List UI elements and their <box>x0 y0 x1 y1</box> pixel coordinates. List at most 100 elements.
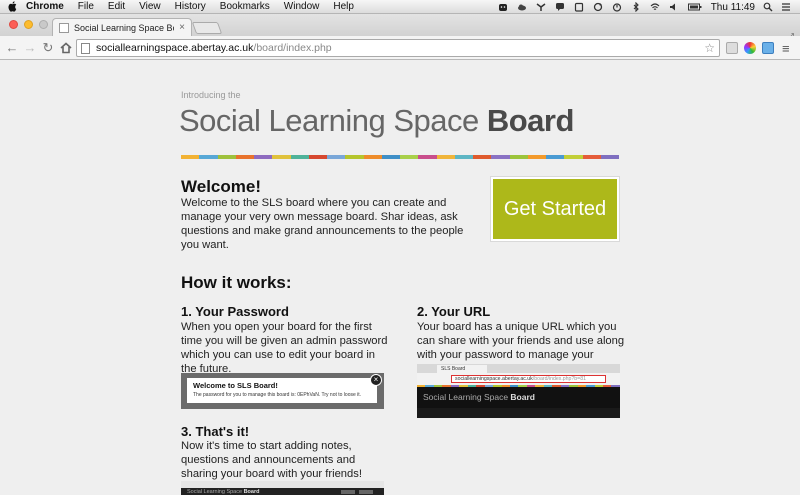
stripe-segment <box>199 155 218 159</box>
menu-view[interactable]: View <box>139 0 161 14</box>
stripe-segment <box>535 385 544 387</box>
board-screenshot-title: Social Learning Space Board <box>187 489 259 495</box>
address-bar[interactable]: sociallearningspace.abertay.ac.uk /board… <box>76 39 720 57</box>
stripe-segment <box>600 155 619 159</box>
cloud-icon[interactable] <box>517 2 527 12</box>
bluetooth-icon[interactable] <box>631 2 641 12</box>
sync-icon[interactable] <box>593 2 603 12</box>
screenshot-url-highlight: sociallearningspace.abertay.ac.uk/board/… <box>451 375 606 383</box>
window-zoom-button[interactable] <box>39 20 48 29</box>
timer-icon[interactable] <box>612 2 622 12</box>
color-stripe-divider <box>181 155 619 159</box>
board-screenshot-button <box>341 490 355 494</box>
menu-history[interactable]: History <box>175 0 206 14</box>
stripe-segment <box>425 385 434 387</box>
browser-tab-strip: Social Learning Space Boa × ⤢ <box>0 14 800 43</box>
stripe-segment <box>459 385 468 387</box>
stripe-segment <box>594 385 603 387</box>
browser-toolbar: ← → ↻ sociallearningspace.abertay.ac.uk … <box>0 36 800 60</box>
volume-icon[interactable] <box>669 2 679 12</box>
tool-icon[interactable] <box>536 2 546 12</box>
apple-icon[interactable] <box>8 1 18 12</box>
home-icon[interactable] <box>58 40 74 56</box>
url-screenshot: SLS Board sociallearningspace.abertay.ac… <box>417 364 620 418</box>
menu-clock[interactable]: Thu 11:49 <box>711 2 755 13</box>
stripe-segment <box>433 385 443 387</box>
screenshot-url-host: sociallearningspace.abertay.ac.uk <box>455 376 533 382</box>
browser-tab-active[interactable]: Social Learning Space Boa × <box>52 18 192 36</box>
board-screenshot-title-bold: Board <box>243 489 260 495</box>
chrome-menu-icon[interactable]: ≡ <box>782 41 790 56</box>
stripe-segment <box>509 155 528 159</box>
screenshot-board-title: Social Learning Space Board <box>423 392 535 402</box>
bookmark-star-icon[interactable]: ☆ <box>704 41 715 55</box>
window-close-button[interactable] <box>9 20 18 29</box>
step-1-text: When you open your board for the first t… <box>181 321 388 375</box>
stripe-segment <box>363 155 382 159</box>
stripe-segment <box>454 155 473 159</box>
forward-arrow-icon[interactable]: → <box>22 40 38 56</box>
step-1-heading: 1. Your Password <box>181 304 289 319</box>
menu-file[interactable]: File <box>78 0 94 14</box>
intro-text: Introducing the <box>181 90 241 100</box>
stripe-segment <box>417 385 426 387</box>
spotlight-search-icon[interactable] <box>763 2 773 12</box>
stripe-segment <box>484 385 494 387</box>
board-screenshot: Social Learning Space Board <box>181 481 384 495</box>
stripe-segment <box>381 155 400 159</box>
page-title-bold: Board <box>486 103 575 138</box>
screenshot-title-light: Social Learning Space <box>423 392 511 402</box>
chat-icon[interactable] <box>555 2 565 12</box>
notification-center-icon[interactable] <box>781 2 791 12</box>
menu-window[interactable]: Window <box>284 0 320 14</box>
wifi-icon[interactable] <box>650 2 660 12</box>
get-started-button[interactable]: Get Started <box>490 176 620 242</box>
board-screenshot-button <box>359 490 373 494</box>
clipboard-icon[interactable] <box>574 2 584 12</box>
menu-app-chrome[interactable]: Chrome <box>26 0 64 14</box>
stripe-segment <box>400 155 419 159</box>
extension-window-icon[interactable] <box>762 42 774 54</box>
step-3-heading: 3. That's it! <box>181 424 250 439</box>
screenshot-url-path: /board/index.php?b=81 <box>532 376 586 382</box>
menu-bookmarks[interactable]: Bookmarks <box>220 0 270 14</box>
tab-title: Social Learning Space Boa <box>74 22 174 33</box>
stripe-segment <box>582 155 601 159</box>
password-dialog-screenshot: Welcome to SLS Board! The password for y… <box>181 373 384 409</box>
tab-close-icon[interactable]: × <box>179 22 185 33</box>
welcome-heading: Welcome! <box>181 177 261 196</box>
menu-help[interactable]: Help <box>333 0 354 14</box>
screenshot-color-stripe <box>417 385 620 387</box>
stripe-segment <box>546 155 565 159</box>
battery-icon[interactable] <box>687 2 702 12</box>
stripe-segment <box>611 385 620 387</box>
stripe-segment <box>290 155 309 159</box>
extension-reader-icon[interactable] <box>726 42 738 54</box>
password-dialog-title: Welcome to SLS Board! <box>193 381 278 390</box>
dialog-close-icon: × <box>370 374 382 386</box>
password-dialog-text: The password for you to manage this boar… <box>193 392 362 398</box>
menu-edit[interactable]: Edit <box>108 0 125 14</box>
stripe-segment <box>436 155 455 159</box>
screenshot-tab-bar: SLS Board <box>417 364 620 373</box>
back-arrow-icon[interactable]: ← <box>4 40 20 56</box>
step-2-heading: 2. Your URL <box>417 304 491 319</box>
welcome-text: Welcome to the SLS board where you can c… <box>181 197 464 251</box>
status-tray: Thu 11:49 <box>498 0 800 14</box>
reload-icon[interactable]: ↻ <box>40 40 56 56</box>
password-dialog: Welcome to SLS Board! The password for y… <box>187 378 377 403</box>
page-icon <box>81 42 90 54</box>
page-title-light: Social Learning Space <box>179 103 487 138</box>
stripe-segment <box>527 155 546 159</box>
screenshot-tab: SLS Board <box>437 365 487 373</box>
page-content: Introducing the Social Learning Space Bo… <box>0 61 800 495</box>
window-minimize-button[interactable] <box>24 20 33 29</box>
extension-color-wheel-icon[interactable] <box>744 42 756 54</box>
page-favicon-icon <box>59 22 69 33</box>
url-path: /board/index.php <box>253 42 332 54</box>
new-tab-button[interactable] <box>191 22 223 34</box>
stripe-segment <box>467 385 477 387</box>
stripe-segment <box>518 385 527 387</box>
cat-icon[interactable] <box>498 2 508 12</box>
url-host: sociallearningspace.abertay.ac.uk <box>96 42 254 54</box>
